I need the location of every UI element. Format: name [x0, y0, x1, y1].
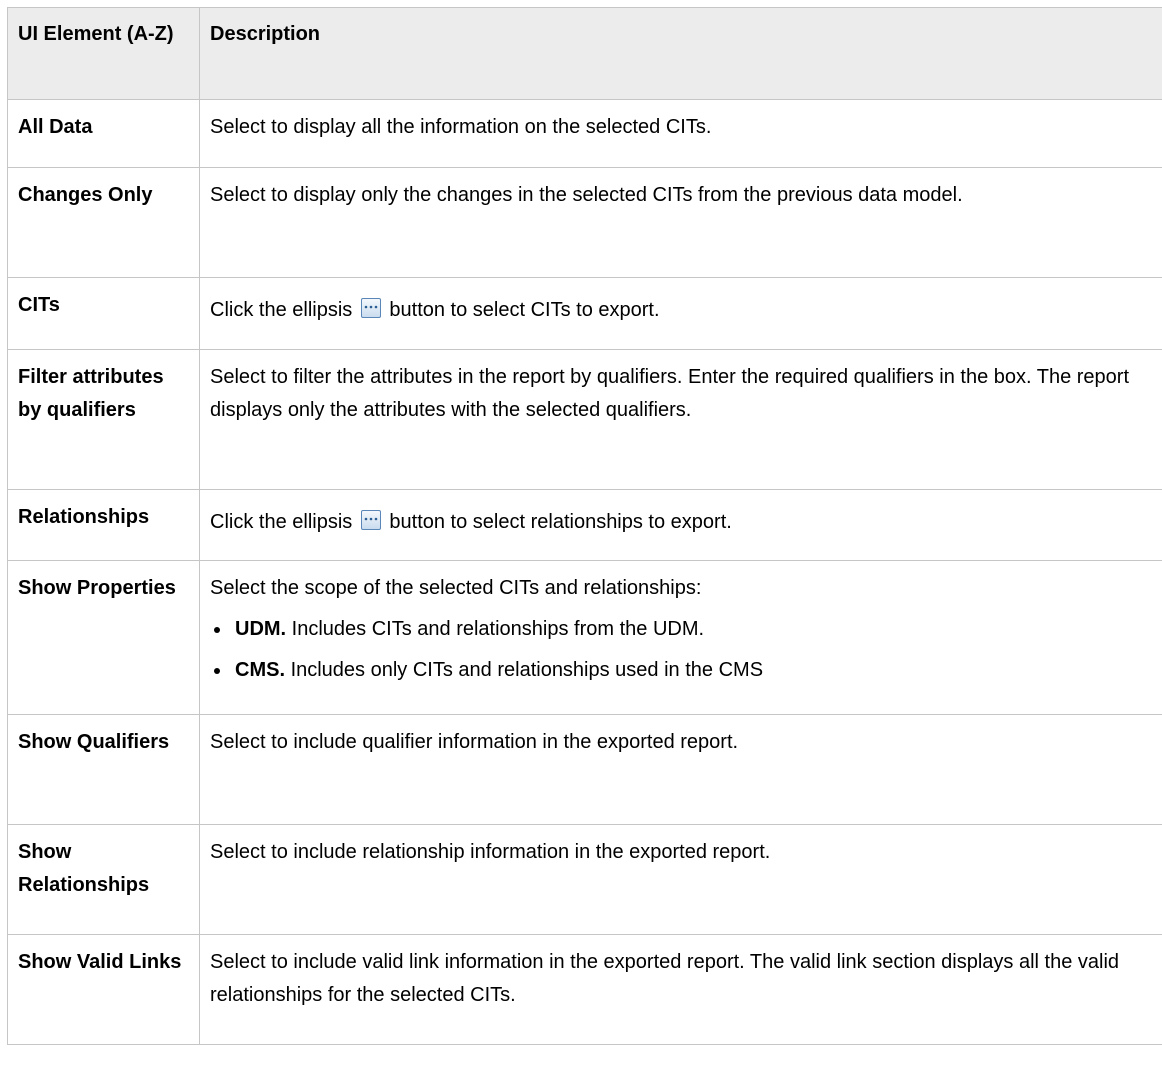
- ui-element-name: Show Relationships: [7, 824, 200, 935]
- ui-element-description: Select to display all the information on…: [199, 99, 1162, 168]
- ui-element-description: Click the ellipsis button to select CITs…: [199, 277, 1162, 350]
- ui-element-description: Select to include qualifier information …: [199, 714, 1162, 825]
- ui-element-name: CITs: [7, 277, 200, 350]
- list-item: UDM. Includes CITs and relationships fro…: [210, 613, 1152, 646]
- table-row: Show Properties Select the scope of the …: [7, 560, 1162, 715]
- ui-element-name: All Data: [7, 99, 200, 168]
- bullet-icon: [214, 668, 220, 674]
- table-header-row: UI Element (A-Z) Description: [7, 7, 1162, 100]
- ellipsis-button-icon: [360, 298, 381, 318]
- header-description: Description: [199, 7, 1162, 100]
- ui-element-name: Show Properties: [7, 560, 200, 715]
- ui-element-table: UI Element (A-Z) Description All Data Se…: [7, 7, 1162, 1045]
- table-row: Relationships Click the ellipsis button …: [7, 489, 1162, 561]
- scope-intro-text: Select the scope of the selected CITs an…: [210, 577, 702, 599]
- ui-element-name: Relationships: [7, 489, 200, 561]
- table-row: Show Qualifiers Select to include qualif…: [7, 714, 1162, 825]
- table-row: All Data Select to display all the infor…: [7, 99, 1162, 168]
- bullet-text: Includes only CITs and relationships use…: [290, 659, 764, 681]
- ui-element-description: Select to display only the changes in th…: [199, 167, 1162, 278]
- bullet-term: UDM.: [235, 618, 287, 640]
- bullet-term: CMS.: [235, 659, 285, 681]
- table-row: Filter attributes by qualifiers Select t…: [7, 349, 1162, 490]
- description-text-before-icon: Click the ellipsis: [210, 511, 353, 533]
- description-text-after-icon: button to select CITs to export.: [389, 299, 660, 321]
- ui-element-description: Select to include valid link information…: [199, 934, 1162, 1045]
- ui-element-name: Show Valid Links: [7, 934, 200, 1045]
- ui-element-name: Filter attributes by qualifiers: [7, 349, 200, 490]
- ellipsis-button-icon: [360, 510, 381, 530]
- ui-element-description: Click the ellipsis button to select rela…: [199, 489, 1162, 561]
- ui-element-description: Select to include relationship informati…: [199, 824, 1162, 935]
- bullet-icon: [214, 627, 220, 633]
- ui-element-description: Select the scope of the selected CITs an…: [199, 560, 1162, 715]
- ui-element-name: Changes Only: [7, 167, 200, 278]
- table-row: Changes Only Select to display only the …: [7, 167, 1162, 278]
- table-row: Show Valid Links Select to include valid…: [7, 934, 1162, 1045]
- ui-element-description: Select to filter the attributes in the r…: [199, 349, 1162, 490]
- header-ui-element: UI Element (A-Z): [7, 7, 200, 100]
- bullet-text: Includes CITs and relationships from the…: [291, 618, 705, 640]
- description-text-before-icon: Click the ellipsis: [210, 299, 353, 321]
- table-row: CITs Click the ellipsis button to select…: [7, 277, 1162, 350]
- ui-element-name: Show Qualifiers: [7, 714, 200, 825]
- scope-options-list: UDM. Includes CITs and relationships fro…: [210, 613, 1152, 687]
- table-row: Show Relationships Select to include rel…: [7, 824, 1162, 935]
- description-text-after-icon: button to select relationships to export…: [389, 511, 732, 533]
- list-item: CMS. Includes only CITs and relationship…: [210, 654, 1152, 687]
